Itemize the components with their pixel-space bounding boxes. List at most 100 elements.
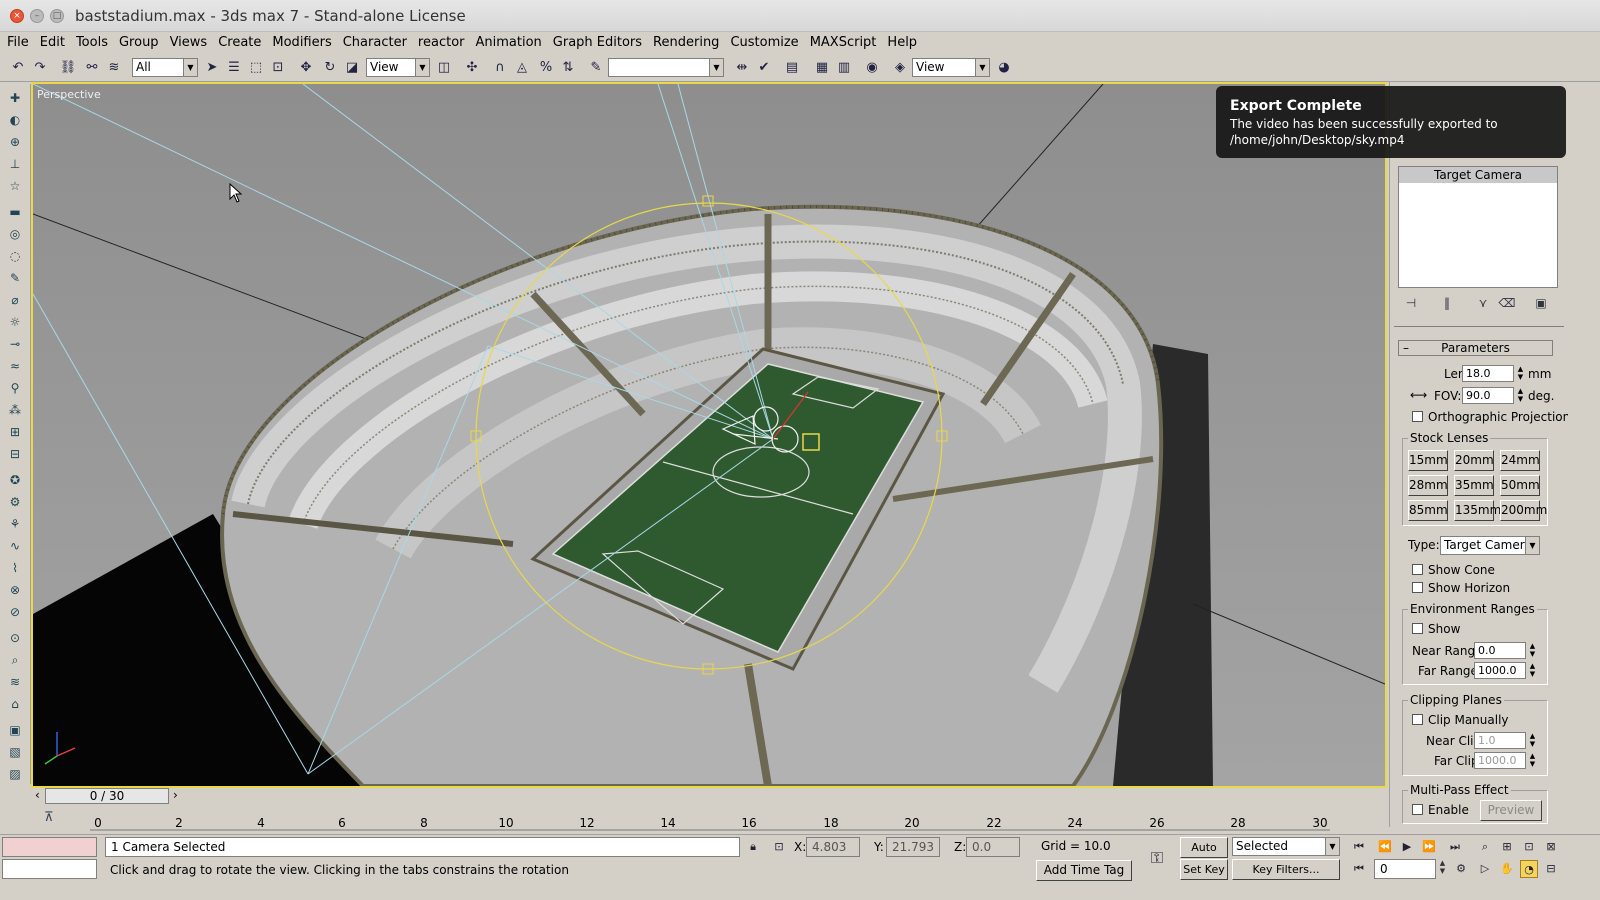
time-prev-arrow-icon[interactable]: ‹ [35,788,40,802]
rotate-icon[interactable]: ↻ [320,58,340,78]
water-icon[interactable]: ≋ [6,674,24,690]
render-view-dropdown[interactable]: View ▼ [912,58,990,77]
angle-snap-icon[interactable]: ◬ [512,58,532,78]
mirror-icon[interactable]: ⇹ [732,58,752,78]
key-filters-button[interactable]: Key Filters... [1232,859,1340,880]
reference-coordinate-dropdown[interactable]: View ▼ [366,58,430,77]
modifier-stack-item[interactable]: Target Camera [1399,167,1557,183]
play-icon[interactable]: ▶ [1398,838,1416,856]
unlink-icon[interactable]: ⚯ [82,58,102,78]
multi-pass-preview-button[interactable]: Preview [1480,800,1542,821]
scale-icon[interactable]: ◪ [342,58,362,78]
window-crossing-icon[interactable]: ⊡ [268,58,288,78]
rope-icon[interactable]: ∿ [6,538,24,554]
zoom-all-icon[interactable]: ⊞ [1498,838,1516,856]
maximize-viewport-icon[interactable]: ⊟ [1542,860,1560,878]
menu-animation[interactable]: Animation [472,32,549,54]
maxscript-listener-mini[interactable] [2,837,97,857]
compound-icon[interactable]: ⊞ [6,424,24,440]
window-maximize-button[interactable]: □ [50,9,64,23]
layer-manager-icon[interactable]: ▤ [782,58,802,78]
menu-reactor[interactable]: reactor [414,32,472,54]
zoom-extents-all-icon[interactable]: ⊠ [1542,838,1560,856]
show-horizon-checkbox[interactable] [1412,582,1423,593]
lens-135mm-button[interactable]: 135mm [1454,500,1501,521]
far-clip-spinner[interactable]: ▲ ▼ [1528,752,1537,769]
material-editor-icon[interactable]: ◉ [862,58,882,78]
modifier-stack[interactable]: Target Camera [1398,166,1558,288]
menu-help[interactable]: Help [883,32,924,54]
show-end-result-icon[interactable]: ‖ [1438,294,1456,312]
render-scene-icon[interactable]: ◈ [890,58,910,78]
go-to-start-icon[interactable]: ⏮ [1350,838,1368,856]
menu-group[interactable]: Group [115,32,166,54]
key-mode-toggle-icon[interactable]: ⏮ [1350,860,1368,878]
analyze-icon[interactable]: ⌕ [6,652,24,668]
pivot-center-icon[interactable]: ◫ [434,58,454,78]
current-frame-spinner[interactable]: ▲ ▼ [1438,859,1447,876]
y-coordinate-field[interactable]: 21.793 [886,837,940,857]
menu-graph-editors[interactable]: Graph Editors [549,32,649,54]
utilities-icon[interactable]: ▬ [6,204,24,220]
auto-key-button[interactable]: Auto Key [1180,837,1228,873]
rectangular-selection-icon[interactable]: ⬚ [246,58,266,78]
track-bar-icon[interactable]: ⊼ [44,810,54,825]
pan-icon[interactable]: ✋ [1498,860,1516,878]
menu-views[interactable]: Views [166,32,215,54]
effects-icon[interactable]: ▨ [6,766,24,782]
redo-icon[interactable]: ↷ [30,58,50,78]
export-complete-notification[interactable]: Export Complete The video has been succe… [1216,86,1566,158]
spacewarp-icon[interactable]: ≈ [6,358,24,374]
menu-rendering[interactable]: Rendering [649,32,726,54]
remove-modifier-icon[interactable]: ⌫ [1498,294,1516,312]
menu-character[interactable]: Character [339,32,414,54]
fov-field[interactable]: 90.0 [1462,387,1514,404]
modify-panel-icon[interactable]: ◐ [6,112,24,128]
camera-type-dropdown[interactable]: Target Camera ▼ [1440,536,1540,555]
maxscript-input-mini[interactable] [2,859,97,879]
render-icon[interactable]: ▣ [6,722,24,738]
display-icon[interactable]: ☆ [6,178,24,194]
near-clip-spinner[interactable]: ▲ ▼ [1528,732,1537,749]
rigid-body-icon[interactable]: ⚙ [6,494,24,510]
lens-50mm-button[interactable]: 50mm [1500,475,1540,496]
clip-manually-checkbox[interactable] [1412,714,1423,725]
menu-tools[interactable]: Tools [72,32,115,54]
create-panel-icon[interactable]: ✚ [6,90,24,106]
light-icon[interactable]: ☼ [6,314,24,330]
constraint-icon[interactable]: ⊗ [6,582,24,598]
helper-icon[interactable]: ✎ [6,270,24,286]
quick-render-icon[interactable]: ◕ [994,58,1014,78]
percent-snap-icon[interactable]: % [536,58,556,78]
far-range-spinner[interactable]: ▲ ▼ [1528,662,1537,679]
current-frame-field[interactable]: 0 [1374,859,1436,879]
pin-stack-icon[interactable]: ⊣ [1402,294,1420,312]
move-icon[interactable]: ✥ [296,58,316,78]
absolute-mode-icon[interactable]: ⊡ [770,838,788,856]
viewport-label[interactable]: Perspective [37,88,101,101]
environment-icon[interactable]: ▧ [6,744,24,760]
particles-icon[interactable]: ⁂ [6,402,24,418]
edit-named-selection-icon[interactable]: ✎ [586,58,606,78]
lens-spinner[interactable]: ▲ ▼ [1516,365,1525,382]
command-panel-scrollbar[interactable] [1568,82,1600,827]
cloth-icon[interactable]: ⚘ [6,516,24,532]
field-of-view-icon[interactable]: ▷ [1476,860,1494,878]
track-bar[interactable]: ⊼ 0 2 4 6 8 10 12 14 16 18 20 22 24 26 2… [0,806,1389,832]
torus-icon[interactable]: ◌ [6,248,24,264]
far-clip-field[interactable]: 1000.0 [1474,752,1526,769]
env-show-checkbox[interactable] [1412,623,1423,634]
selection-lock-icon[interactable]: 🔒︎ [744,838,762,856]
lens-15mm-button[interactable]: 15mm [1408,450,1448,471]
lens-200mm-button[interactable]: 200mm [1500,500,1547,521]
make-unique-icon[interactable]: ⋎ [1474,294,1492,312]
arc-rotate-icon[interactable]: ◔ [1520,860,1538,878]
select-by-name-icon[interactable]: ☰ [224,58,244,78]
camera-icon[interactable]: ⊸ [6,336,24,352]
spinner-snap-icon[interactable]: ⇅ [558,58,578,78]
spring-icon[interactable]: ⌇ [6,560,24,576]
named-selection-dropdown[interactable]: ▼ [608,58,724,77]
near-range-spinner[interactable]: ▲ ▼ [1528,642,1537,659]
toy-car-icon[interactable]: ⌂ [6,696,24,712]
link-icon[interactable]: ⛓ [58,58,78,78]
